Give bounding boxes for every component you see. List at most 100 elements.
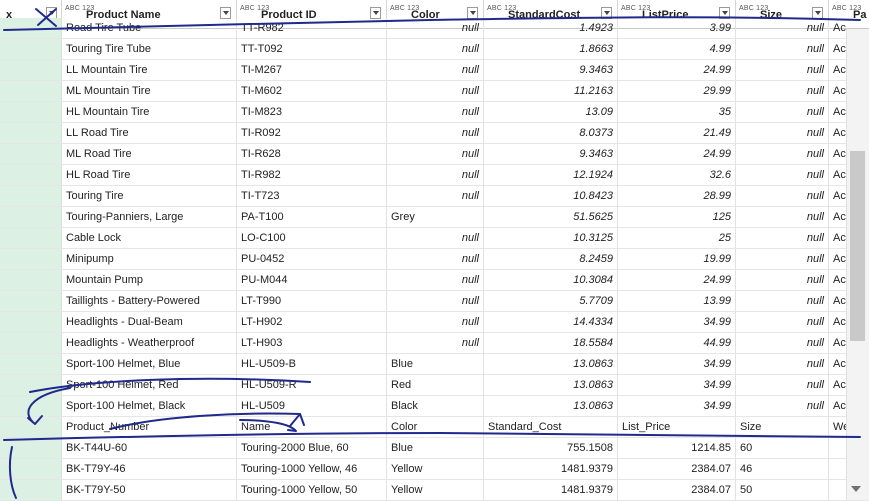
cell-name[interactable]: Touring Tire — [62, 186, 237, 207]
cell-id[interactable]: HL-U509-B — [237, 354, 387, 375]
cell-price[interactable]: 24.99 — [618, 144, 736, 165]
cell-color[interactable]: null — [387, 312, 484, 333]
cell-id[interactable]: LT-T990 — [237, 291, 387, 312]
table-row[interactable]: Mountain Pump PU-M044 null 10.3084 24.99 null… — [0, 270, 869, 291]
cell-cost[interactable]: 8.2459 — [484, 249, 618, 270]
table-row[interactable]: Minipump PU-0452 null 8.2459 19.99 null Ac — [0, 249, 869, 270]
cell-cost[interactable]: 10.3125 — [484, 228, 618, 249]
cell-id[interactable]: PU-M044 — [237, 270, 387, 291]
cell-name[interactable]: Touring Tire Tube — [62, 39, 237, 60]
cell-name[interactable]: Taillights - Battery-Powered — [62, 291, 237, 312]
cell-color[interactable]: null — [387, 228, 484, 249]
cell-id[interactable]: TT-T092 — [237, 39, 387, 60]
cell-name[interactable]: Touring-Panniers, Large — [62, 207, 237, 228]
cell-cost[interactable]: 10.8423 — [484, 186, 618, 207]
cell-cost[interactable]: 9.3463 — [484, 144, 618, 165]
cell-size[interactable]: null — [736, 102, 829, 123]
cell-size[interactable]: null — [736, 18, 829, 39]
table-row[interactable]: Touring Tire Tube TT-T092 null 1.8663 4.99 nu… — [0, 39, 869, 60]
row-index-cell[interactable] — [0, 417, 62, 438]
cell-cost[interactable]: 1481.9379 — [484, 480, 618, 501]
cell-name[interactable]: Product_Number — [62, 417, 237, 438]
cell-price[interactable]: 125 — [618, 207, 736, 228]
cell-price[interactable]: 32.6 — [618, 165, 736, 186]
cell-cost[interactable]: 8.0373 — [484, 123, 618, 144]
cell-name[interactable]: Headlights - Weatherproof — [62, 333, 237, 354]
cell-color[interactable]: null — [387, 186, 484, 207]
cell-id[interactable]: Touring-2000 Blue, 60 — [237, 438, 387, 459]
cell-price[interactable]: 24.99 — [618, 60, 736, 81]
row-index-cell[interactable] — [0, 81, 62, 102]
cell-cost[interactable]: 51.5625 — [484, 207, 618, 228]
cell-size[interactable]: null — [736, 81, 829, 102]
cell-id[interactable]: Name — [237, 417, 387, 438]
table-row[interactable]: HL Road Tire TI-R982 null 12.1924 32.6 null Ac — [0, 165, 869, 186]
cell-size[interactable]: 60 — [736, 438, 829, 459]
cell-price[interactable]: 35 — [618, 102, 736, 123]
cell-price[interactable]: 4.99 — [618, 39, 736, 60]
cell-color[interactable]: Blue — [387, 438, 484, 459]
cell-name[interactable]: ML Mountain Tire — [62, 81, 237, 102]
cell-price[interactable]: 29.99 — [618, 81, 736, 102]
cell-color[interactable]: null — [387, 291, 484, 312]
table-row[interactable]: Headlights - Dual-Beam LT-H902 null 14.4334… — [0, 312, 869, 333]
cell-size[interactable]: null — [736, 228, 829, 249]
table-row[interactable]: BK-T79Y-46 Touring-1000 Yellow, 46 Yellow 1… — [0, 459, 869, 480]
cell-size[interactable]: null — [736, 165, 829, 186]
row-index-cell[interactable] — [0, 396, 62, 417]
cell-color[interactable]: Grey — [387, 207, 484, 228]
cell-color[interactable]: null — [387, 18, 484, 39]
table-row[interactable]: Taillights - Battery-Powered LT-T990 null 5… — [0, 291, 869, 312]
cell-cost[interactable]: 11.2163 — [484, 81, 618, 102]
cell-size[interactable]: null — [736, 270, 829, 291]
cell-color[interactable]: Black — [387, 396, 484, 417]
cell-price[interactable]: 34.99 — [618, 375, 736, 396]
cell-color[interactable]: null — [387, 60, 484, 81]
cell-cost[interactable]: 13.0863 — [484, 375, 618, 396]
cell-color[interactable]: null — [387, 165, 484, 186]
cell-color[interactable]: Color — [387, 417, 484, 438]
cell-size[interactable]: null — [736, 396, 829, 417]
vertical-scrollbar[interactable] — [846, 29, 869, 500]
cell-price[interactable]: 34.99 — [618, 396, 736, 417]
table-row[interactable]: LL Mountain Tire TI-M267 null 9.3463 24.99 nu… — [0, 60, 869, 81]
cell-id[interactable]: TI-R982 — [237, 165, 387, 186]
cell-name[interactable]: LL Road Tire — [62, 123, 237, 144]
cell-name[interactable]: Road Tire Tube — [62, 18, 237, 39]
cell-price[interactable]: 1214.85 — [618, 438, 736, 459]
cell-color[interactable]: Blue — [387, 354, 484, 375]
cell-id[interactable]: LO-C100 — [237, 228, 387, 249]
row-index-cell[interactable] — [0, 165, 62, 186]
cell-price[interactable]: 44.99 — [618, 333, 736, 354]
cell-size[interactable]: null — [736, 60, 829, 81]
cell-size[interactable]: null — [736, 123, 829, 144]
cell-name[interactable]: Headlights - Dual-Beam — [62, 312, 237, 333]
cell-color[interactable]: null — [387, 249, 484, 270]
cell-id[interactable]: LT-H903 — [237, 333, 387, 354]
cell-cost[interactable]: 5.7709 — [484, 291, 618, 312]
cell-size[interactable]: null — [736, 291, 829, 312]
cell-price[interactable]: 19.99 — [618, 249, 736, 270]
cell-id[interactable]: PU-0452 — [237, 249, 387, 270]
cell-name[interactable]: Cable Lock — [62, 228, 237, 249]
cell-size[interactable]: null — [736, 312, 829, 333]
cell-price[interactable]: 28.99 — [618, 186, 736, 207]
row-index-cell[interactable] — [0, 207, 62, 228]
cell-price[interactable]: 34.99 — [618, 354, 736, 375]
cell-cost[interactable]: 14.4334 — [484, 312, 618, 333]
cell-size[interactable]: 50 — [736, 480, 829, 501]
row-index-cell[interactable] — [0, 438, 62, 459]
scroll-down-arrow-icon[interactable] — [851, 486, 861, 492]
cell-id[interactable]: TI-R628 — [237, 144, 387, 165]
row-index-cell[interactable] — [0, 459, 62, 480]
cell-size[interactable]: null — [736, 354, 829, 375]
table-row[interactable]: Headlights - Weatherproof LT-H903 null 18.5… — [0, 333, 869, 354]
cell-name[interactable]: LL Mountain Tire — [62, 60, 237, 81]
cell-color[interactable]: null — [387, 39, 484, 60]
cell-id[interactable]: Touring-1000 Yellow, 46 — [237, 459, 387, 480]
cell-color[interactable]: null — [387, 123, 484, 144]
cell-price[interactable]: 25 — [618, 228, 736, 249]
cell-size[interactable]: null — [736, 207, 829, 228]
table-row[interactable]: Touring Tire TI-T723 null 10.8423 28.99 null A… — [0, 186, 869, 207]
cell-cost[interactable]: 18.5584 — [484, 333, 618, 354]
